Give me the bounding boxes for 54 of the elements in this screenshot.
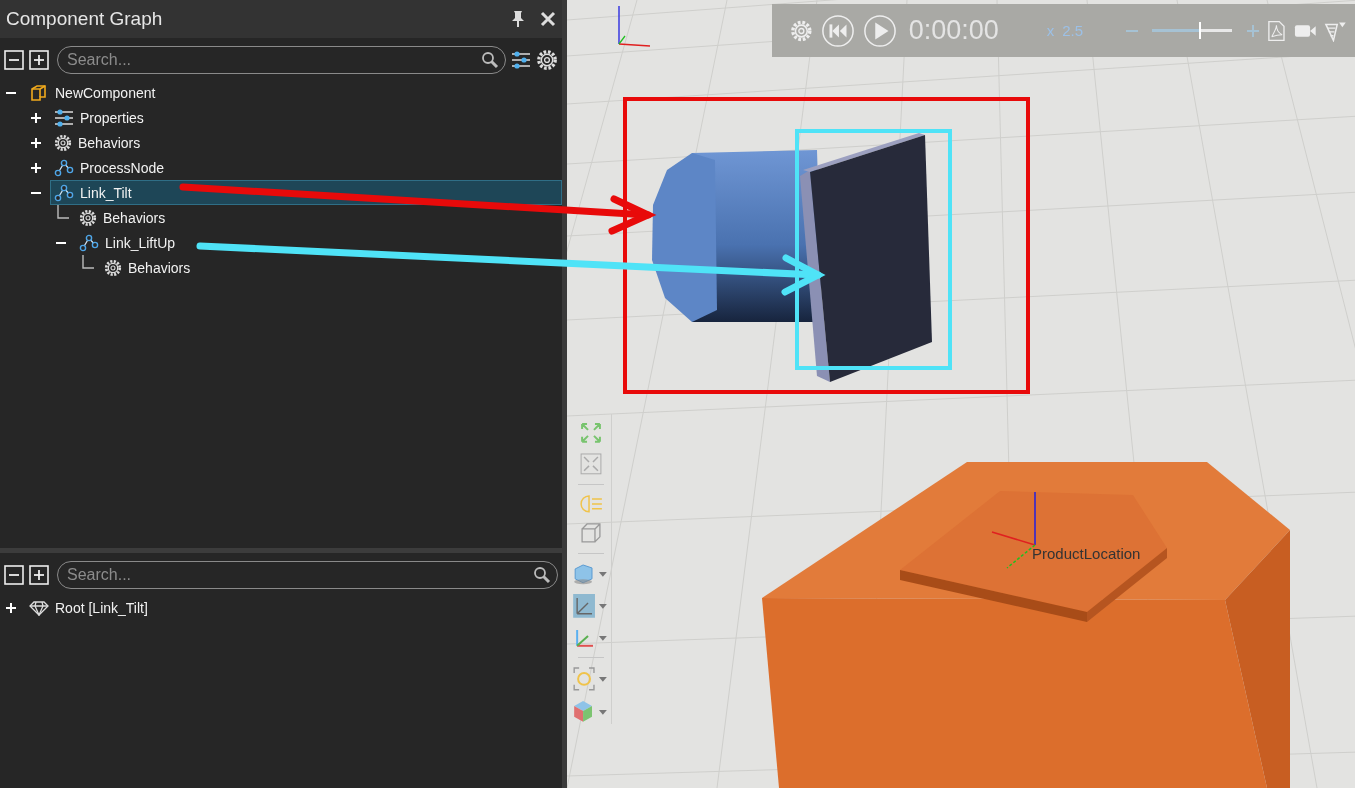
component-icon xyxy=(29,82,49,103)
plus-icon[interactable] xyxy=(30,111,42,124)
axis-icon xyxy=(618,5,651,47)
tree-line-icon xyxy=(82,254,94,269)
search-field[interactable]: Search... xyxy=(57,561,558,589)
tree-item[interactable]: NewComponent xyxy=(25,80,160,105)
fit-selection-icon[interactable] xyxy=(579,452,602,475)
plus-icon[interactable] xyxy=(5,601,17,614)
sliders-icon xyxy=(54,107,74,128)
search-icon xyxy=(481,51,499,69)
tree-item[interactable]: Properties xyxy=(50,105,148,130)
slider-thumb[interactable] xyxy=(1198,22,1201,39)
frame-label: ProductLocation xyxy=(1032,545,1141,562)
tree-item[interactable]: ProcessNode xyxy=(50,155,169,180)
panel-title: Component Graph xyxy=(6,8,164,30)
search-icon xyxy=(533,566,551,584)
speed-prefix: x xyxy=(1046,22,1055,39)
tree-item[interactable]: Behaviors xyxy=(50,130,145,155)
document-icon[interactable] xyxy=(1266,19,1286,42)
node-graph-icon xyxy=(54,158,74,177)
fit-all-icon[interactable] xyxy=(579,422,602,444)
time-display: 0:00:00 xyxy=(908,15,999,46)
cube-outline-icon[interactable] xyxy=(579,522,602,545)
speed-value: 2.5 xyxy=(1062,22,1084,39)
video-camera-icon[interactable] xyxy=(1293,22,1317,39)
color-cube-icon[interactable] xyxy=(572,700,609,724)
node-graph-icon xyxy=(79,233,99,252)
tree-item[interactable]: Behaviors xyxy=(75,205,170,230)
plus-icon[interactable] xyxy=(30,161,42,174)
expand-all-button[interactable] xyxy=(29,50,49,70)
render-mode-icon[interactable] xyxy=(572,563,609,585)
tree-item[interactable]: Root [Link_Tilt] xyxy=(25,595,152,620)
settings-icon xyxy=(790,18,813,43)
collapse-all-button[interactable] xyxy=(4,565,24,585)
rewind-button[interactable] xyxy=(820,12,855,49)
pin-icon[interactable] xyxy=(510,10,526,28)
diamond-icon xyxy=(29,599,49,616)
plus-icon[interactable] xyxy=(30,136,42,149)
tree-item[interactable]: Behaviors xyxy=(100,255,195,280)
search-field[interactable]: Search... xyxy=(57,46,506,74)
play-button[interactable] xyxy=(862,12,897,49)
gear-icon xyxy=(104,258,122,277)
close-icon[interactable] xyxy=(540,11,556,27)
selection-ring-icon[interactable] xyxy=(572,667,609,692)
gear-icon xyxy=(54,133,72,152)
settings-icon xyxy=(536,49,558,71)
gear-icon xyxy=(79,208,97,227)
node-graph-icon xyxy=(54,183,74,202)
collapse-all-button[interactable] xyxy=(4,50,24,70)
filter-icon xyxy=(511,50,531,70)
axes-mode-icon[interactable] xyxy=(572,593,609,618)
tree-item[interactable]: Link_LiftUp xyxy=(75,230,180,255)
expand-all-button[interactable] xyxy=(29,565,49,585)
tree-line-icon xyxy=(57,204,69,219)
